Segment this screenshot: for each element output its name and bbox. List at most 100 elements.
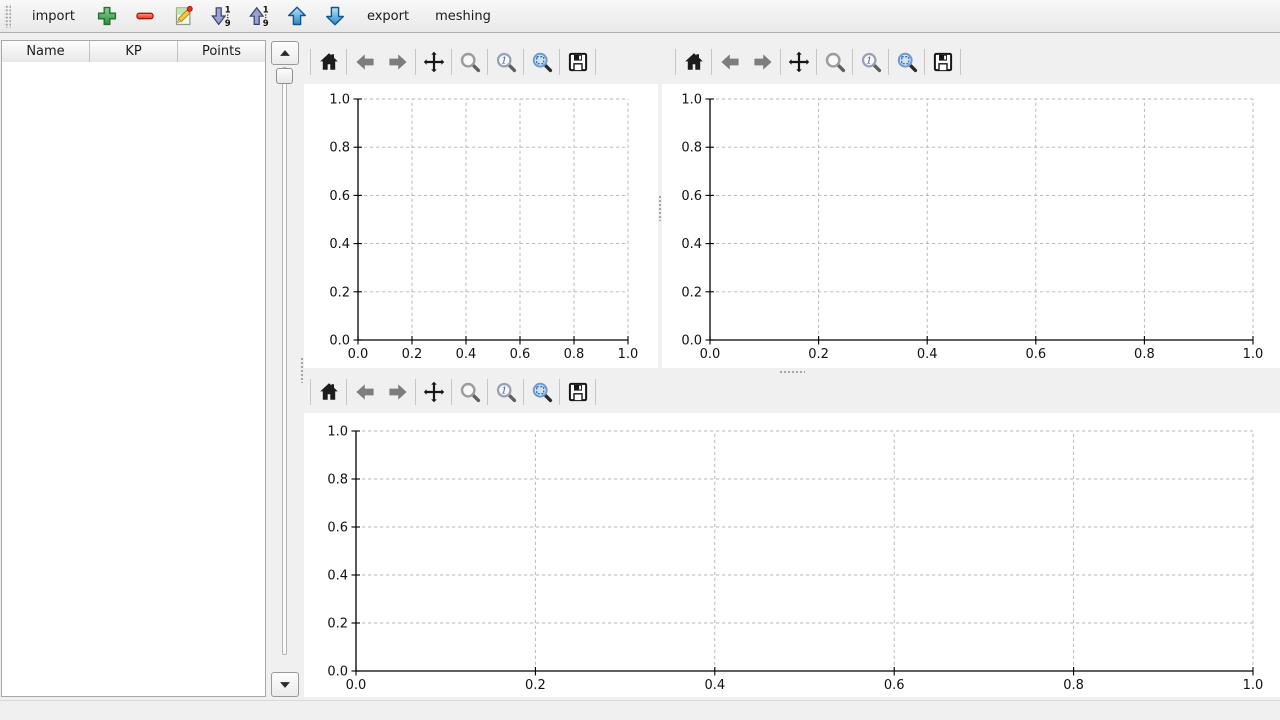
toolbar-separator [960,49,961,75]
toolbar-separator [310,49,311,75]
svg-text:0.2: 0.2 [402,347,423,362]
svg-text:0.6: 0.6 [681,189,702,204]
toolbar-separator [559,379,560,405]
home-icon[interactable] [312,379,345,405]
toolbar-separator [415,379,416,405]
toolbar-separator [523,49,524,75]
toolbar-separator [675,49,676,75]
svg-text:0.4: 0.4 [917,347,938,362]
svg-text:0.4: 0.4 [704,678,725,693]
svg-text:1: 1 [866,56,872,67]
slider-thumb[interactable] [276,68,293,84]
plot-toolbar-top-left: 1 [304,40,658,84]
toolbar-separator [310,379,311,405]
toolbar-separator [888,49,889,75]
column-header-name[interactable]: Name [2,41,90,62]
toolbar-separator [816,49,817,75]
pan-icon[interactable] [417,379,450,405]
horizontal-splitter-handle[interactable] [779,369,805,374]
bottom-plot-canvas[interactable]: 0.00.20.40.60.81.00.00.20.40.60.81.0 [304,413,1280,697]
forward-icon[interactable] [381,379,414,405]
column-header-points[interactable]: Points [178,41,265,62]
vertical-slider-column [271,41,300,697]
svg-text:0.6: 0.6 [884,678,905,693]
sort-ascending-icon[interactable]: 19 [209,4,233,28]
toolbar-separator [780,49,781,75]
slider-down-button[interactable] [271,672,299,697]
column-header-kp[interactable]: KP [90,41,178,62]
table-body-empty[interactable] [2,62,265,696]
meshing-button[interactable]: meshing [426,4,500,29]
pan-icon[interactable] [782,49,815,75]
svg-text:0.8: 0.8 [329,141,350,156]
back-icon[interactable] [348,49,381,75]
move-down-icon[interactable] [323,4,347,28]
save-icon[interactable] [561,379,594,405]
forward-icon[interactable] [746,49,779,75]
table-header-row: Name KP Points [2,41,265,63]
svg-text:0.0: 0.0 [348,347,369,362]
svg-text:0.2: 0.2 [808,347,829,362]
slider-groove[interactable] [282,67,287,655]
zoom-fit-icon[interactable] [525,49,558,75]
svg-text:0.2: 0.2 [525,678,546,693]
svg-text:0.8: 0.8 [681,141,702,156]
toolbar-separator [595,379,596,405]
svg-text:1: 1 [263,6,269,16]
zoom-icon[interactable] [453,49,486,75]
toolbar-separator [852,49,853,75]
svg-text:1.0: 1.0 [618,347,639,362]
svg-text:0.2: 0.2 [681,285,702,300]
svg-text:0.6: 0.6 [510,347,531,362]
vertical-splitter-handle[interactable] [657,195,662,221]
svg-text:0.6: 0.6 [1025,347,1046,362]
svg-text:9: 9 [263,19,269,28]
svg-text:0.6: 0.6 [327,521,348,536]
remove-icon[interactable] [133,4,157,28]
zoom-original-icon[interactable]: 1 [489,379,522,405]
svg-text:1.0: 1.0 [681,93,702,108]
svg-text:0.8: 0.8 [1063,678,1084,693]
toolbar-separator [487,49,488,75]
svg-text:1: 1 [225,6,231,16]
edit-icon[interactable] [171,4,195,28]
toolbar-drag-handle[interactable] [4,4,11,28]
back-icon[interactable] [713,49,746,75]
zoom-fit-icon[interactable] [525,379,558,405]
svg-text:0.6: 0.6 [329,189,350,204]
forward-icon[interactable] [381,49,414,75]
toolbar-separator [346,49,347,75]
import-button[interactable]: import [23,4,84,29]
toolbar-separator [924,49,925,75]
svg-text:0.0: 0.0 [346,678,367,693]
sort-descending-icon[interactable]: 19 [247,4,271,28]
zoom-icon[interactable] [818,49,851,75]
zoom-icon[interactable] [453,379,486,405]
toolbar-separator [451,379,452,405]
move-up-icon[interactable] [285,4,309,28]
top-left-plot-canvas[interactable]: 0.00.20.40.60.81.00.00.20.40.60.81.0 [304,84,658,368]
save-icon[interactable] [561,49,594,75]
application-window: import1919exportmeshing Name KP Points 1… [0,0,1280,720]
save-icon[interactable] [926,49,959,75]
zoom-original-icon[interactable]: 1 [489,49,522,75]
back-icon[interactable] [348,379,381,405]
top-right-plot-canvas[interactable]: 0.00.20.40.60.81.00.00.20.40.60.81.0 [662,84,1280,368]
main-splitter-handle[interactable] [299,357,304,383]
triangle-up-icon [279,49,291,57]
svg-text:0.4: 0.4 [329,237,350,252]
export-button[interactable]: export [358,4,418,29]
svg-text:1: 1 [501,56,507,67]
zoom-fit-icon[interactable] [890,49,923,75]
zoom-original-icon[interactable]: 1 [854,49,887,75]
add-icon[interactable] [95,4,119,28]
svg-text:0.8: 0.8 [1134,347,1155,362]
home-icon[interactable] [312,49,345,75]
home-icon[interactable] [677,49,710,75]
pan-icon[interactable] [417,49,450,75]
toolbar-separator [346,379,347,405]
svg-text:9: 9 [225,19,231,28]
slider-up-button[interactable] [271,41,299,65]
toolbar-separator [523,379,524,405]
svg-text:0.4: 0.4 [681,237,702,252]
